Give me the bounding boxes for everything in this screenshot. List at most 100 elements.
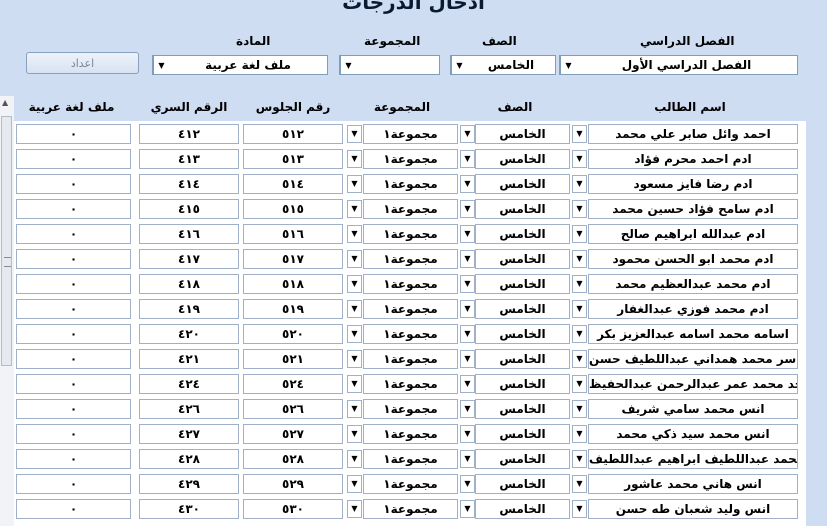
score-cell[interactable]: ٠: [16, 174, 131, 194]
grade-cell[interactable]: الخامس: [475, 474, 570, 494]
score-cell[interactable]: ٠: [16, 449, 131, 469]
grade-cell[interactable]: الخامس: [475, 424, 570, 444]
chevron-down-icon[interactable]: ▼: [347, 250, 362, 268]
group-cell[interactable]: مجموعة١: [363, 124, 458, 144]
chevron-down-icon[interactable]: ▼: [460, 400, 475, 418]
chevron-down-icon[interactable]: ▼: [347, 275, 362, 293]
chevron-down-icon[interactable]: ▼: [347, 225, 362, 243]
grade-cell[interactable]: الخامس: [475, 374, 570, 394]
group-cell[interactable]: مجموعة١: [363, 249, 458, 269]
grade-cell[interactable]: الخامس: [475, 174, 570, 194]
term-select[interactable]: ▼ الفصل الدراسي الأول: [559, 55, 798, 75]
chevron-down-icon[interactable]: ▼: [347, 400, 362, 418]
chevron-down-icon[interactable]: ▼: [347, 125, 362, 143]
chevron-down-icon[interactable]: ▼: [460, 200, 475, 218]
chevron-down-icon[interactable]: ▼: [460, 225, 475, 243]
student-name-cell[interactable]: اسامه محمد اسامه عبدالعزيز بكر: [588, 324, 798, 344]
chevron-down-icon[interactable]: ▼: [347, 500, 362, 518]
chevron-down-icon[interactable]: ▼: [572, 150, 587, 168]
grade-cell[interactable]: الخامس: [475, 399, 570, 419]
grade-cell[interactable]: الخامس: [475, 299, 570, 319]
group-cell[interactable]: مجموعة١: [363, 424, 458, 444]
chevron-down-icon[interactable]: ▼: [572, 500, 587, 518]
group-cell[interactable]: مجموعة١: [363, 149, 458, 169]
chevron-down-icon[interactable]: ▼: [572, 425, 587, 443]
chevron-down-icon[interactable]: ▼: [347, 450, 362, 468]
chevron-down-icon[interactable]: ▼: [572, 250, 587, 268]
student-name-cell[interactable]: ادم محمد ابو الحسن محمود: [588, 249, 798, 269]
score-cell[interactable]: ٠: [16, 324, 131, 344]
score-cell[interactable]: ٠: [16, 374, 131, 394]
prepare-button[interactable]: اعداد: [26, 52, 139, 74]
seat-number-cell[interactable]: ٥٢٨: [243, 449, 343, 469]
chevron-down-icon[interactable]: ▼: [560, 56, 576, 74]
chevron-down-icon[interactable]: ▼: [572, 475, 587, 493]
score-cell[interactable]: ٠: [16, 299, 131, 319]
chevron-down-icon[interactable]: ▼: [347, 475, 362, 493]
chevron-down-icon[interactable]: ▼: [572, 350, 587, 368]
score-cell[interactable]: ٠: [16, 349, 131, 369]
seat-number-cell[interactable]: ٥١٧: [243, 249, 343, 269]
secret-number-cell[interactable]: ٤٣٠: [139, 499, 239, 519]
secret-number-cell[interactable]: ٤١٧: [139, 249, 239, 269]
group-cell[interactable]: مجموعة١: [363, 449, 458, 469]
chevron-down-icon[interactable]: ▼: [347, 200, 362, 218]
student-name-cell[interactable]: ادم محمد فوزي عبدالغفار: [588, 299, 798, 319]
student-name-cell[interactable]: امجد محمد عمر عبدالرحمن عبدالحفيظ: [588, 374, 798, 394]
seat-number-cell[interactable]: ٥١٣: [243, 149, 343, 169]
chevron-down-icon[interactable]: ▼: [572, 300, 587, 318]
seat-number-cell[interactable]: ٥٢٧: [243, 424, 343, 444]
score-cell[interactable]: ٠: [16, 474, 131, 494]
chevron-down-icon[interactable]: ▼: [347, 175, 362, 193]
chevron-down-icon[interactable]: ▼: [572, 450, 587, 468]
secret-number-cell[interactable]: ٤٢١: [139, 349, 239, 369]
subject-select[interactable]: ▼ ملف لغة عربية: [152, 55, 328, 75]
group-cell[interactable]: مجموعة١: [363, 199, 458, 219]
chevron-down-icon[interactable]: ▼: [460, 375, 475, 393]
grade-cell[interactable]: الخامس: [475, 199, 570, 219]
grade-cell[interactable]: الخامس: [475, 249, 570, 269]
chevron-down-icon[interactable]: ▼: [460, 325, 475, 343]
chevron-down-icon[interactable]: ▼: [451, 56, 467, 74]
grade-cell[interactable]: الخامس: [475, 224, 570, 244]
group-cell[interactable]: مجموعة١: [363, 224, 458, 244]
chevron-down-icon[interactable]: ▼: [347, 150, 362, 168]
score-cell[interactable]: ٠: [16, 499, 131, 519]
grade-cell[interactable]: الخامس: [475, 324, 570, 344]
group-cell[interactable]: مجموعة١: [363, 474, 458, 494]
chevron-down-icon[interactable]: ▼: [572, 125, 587, 143]
chevron-down-icon[interactable]: ▼: [460, 350, 475, 368]
group-cell[interactable]: مجموعة١: [363, 174, 458, 194]
seat-number-cell[interactable]: ٥١٩: [243, 299, 343, 319]
chevron-down-icon[interactable]: ▼: [572, 225, 587, 243]
student-name-cell[interactable]: انس وليد شعبان طه حسن: [588, 499, 798, 519]
score-cell[interactable]: ٠: [16, 224, 131, 244]
chevron-down-icon[interactable]: ▼: [347, 350, 362, 368]
student-name-cell[interactable]: ادم محمد عبدالعظيم محمد: [588, 274, 798, 294]
student-name-cell[interactable]: ادم عبدالله ابراهيم صالح: [588, 224, 798, 244]
student-name-cell[interactable]: انس محمد عبداللطيف ابراهيم عبداللطيف: [588, 449, 798, 469]
secret-number-cell[interactable]: ٤١٤: [139, 174, 239, 194]
score-cell[interactable]: ٠: [16, 124, 131, 144]
chevron-down-icon[interactable]: ▼: [347, 375, 362, 393]
student-name-cell[interactable]: انس محمد سيد ذكي محمد: [588, 424, 798, 444]
chevron-down-icon[interactable]: ▼: [460, 450, 475, 468]
student-name-cell[interactable]: انس هاني محمد عاشور: [588, 474, 798, 494]
chevron-down-icon[interactable]: ▼: [460, 175, 475, 193]
grade-cell[interactable]: الخامس: [475, 499, 570, 519]
grade-cell[interactable]: الخامس: [475, 349, 570, 369]
group-cell[interactable]: مجموعة١: [363, 399, 458, 419]
chevron-down-icon[interactable]: ▼: [572, 175, 587, 193]
chevron-down-icon[interactable]: ▼: [460, 500, 475, 518]
seat-number-cell[interactable]: ٥١٨: [243, 274, 343, 294]
seat-number-cell[interactable]: ٥١٢: [243, 124, 343, 144]
group-select[interactable]: ▼: [339, 55, 440, 75]
grade-cell[interactable]: الخامس: [475, 124, 570, 144]
chevron-down-icon[interactable]: ▼: [572, 325, 587, 343]
student-name-cell[interactable]: اسر محمد همداني عبداللطيف حسن: [588, 349, 798, 369]
grade-cell[interactable]: الخامس: [475, 274, 570, 294]
secret-number-cell[interactable]: ٤٢٨: [139, 449, 239, 469]
score-cell[interactable]: ٠: [16, 249, 131, 269]
seat-number-cell[interactable]: ٥٢٩: [243, 474, 343, 494]
score-cell[interactable]: ٠: [16, 399, 131, 419]
